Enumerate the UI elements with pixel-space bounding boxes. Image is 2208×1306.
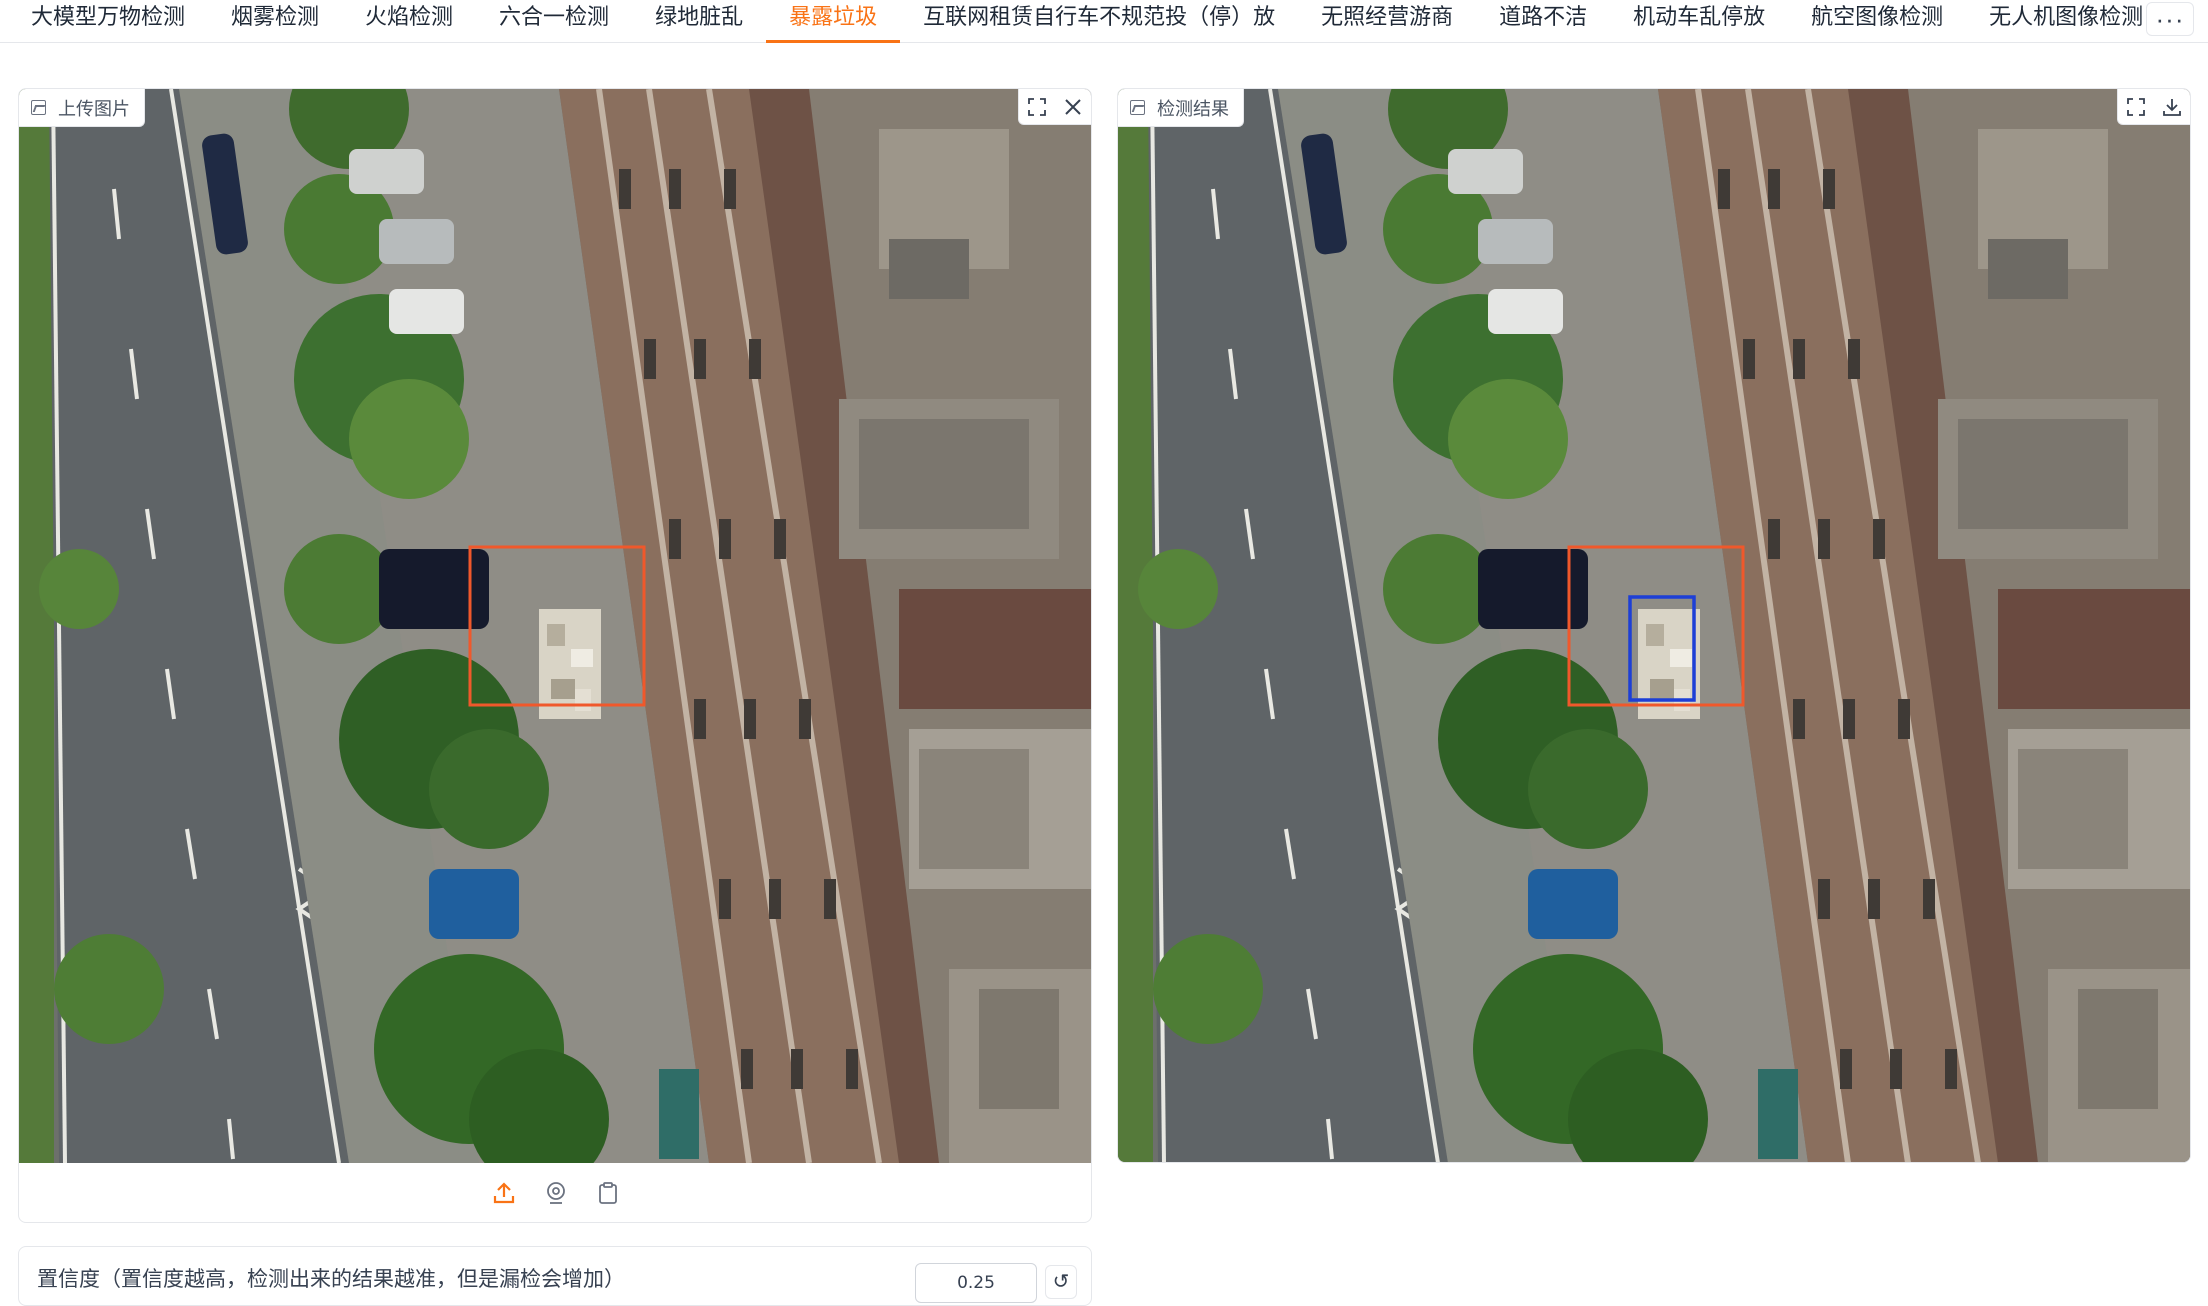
result-panel-title: 检测结果 xyxy=(1157,98,1229,120)
download-icon xyxy=(2163,99,2181,116)
clipboard-icon xyxy=(599,1182,617,1204)
confidence-slider-block: 置信度（置信度越高，检测出来的结果越准，但是漏检会增加） ↺ xyxy=(18,1246,1092,1306)
clear-image-button[interactable] xyxy=(1055,89,1091,125)
download-button[interactable] xyxy=(2154,89,2190,125)
tab-smoke-detection[interactable]: 烟雾检测 xyxy=(208,0,342,42)
tab-aerial-image-detection[interactable]: 航空图像检测 xyxy=(1788,0,1966,42)
confidence-label: 置信度（置信度越高，检测出来的结果越准，但是漏检会增加） xyxy=(37,1267,625,1291)
result-image xyxy=(1118,89,2191,1163)
tab-dirty-road[interactable]: 道路不洁 xyxy=(1476,0,1610,42)
tab-bar: 大模型万物检测 烟雾检测 火焰检测 六合一检测 绿地脏乱 暴露垃圾 互联网租赁自… xyxy=(0,0,2208,43)
tab-drone-image-detection[interactable]: 无人机图像检测 xyxy=(1966,0,2166,42)
close-icon xyxy=(1065,99,1081,115)
tab-six-in-one-detection[interactable]: 六合一检测 xyxy=(476,0,632,42)
fullscreen-icon xyxy=(2127,98,2145,116)
webcam-button[interactable] xyxy=(541,1178,571,1208)
tab-list: 大模型万物检测 烟雾检测 火焰检测 六合一检测 绿地脏乱 暴露垃圾 互联网租赁自… xyxy=(0,0,2166,43)
result-panel-label: 检测结果 xyxy=(1118,89,1244,127)
tab-fire-detection[interactable]: 火焰检测 xyxy=(342,0,476,42)
result-panel: 检测结果 xyxy=(1117,88,2191,1163)
confidence-reset-button[interactable]: ↺ xyxy=(1045,1265,1077,1299)
tab-large-model-detection[interactable]: 大模型万物检测 xyxy=(8,0,208,42)
image-source-toolbar xyxy=(19,1163,1091,1222)
upload-panel-label: 上传图片 xyxy=(19,89,145,127)
more-tabs-button[interactable]: ··· xyxy=(2146,2,2194,36)
upload-panel: 上传图片 xyxy=(18,88,1092,1223)
uploaded-image-canvas xyxy=(19,89,1092,1163)
upload-icon xyxy=(493,1182,515,1204)
confidence-input[interactable] xyxy=(915,1263,1037,1303)
tab-rental-bike-parking[interactable]: 互联网租赁自行车不规范投（停）放 xyxy=(900,0,1298,42)
webcam-icon xyxy=(547,1182,565,1204)
image-icon xyxy=(1130,100,1145,115)
image-icon xyxy=(31,100,46,115)
fullscreen-button[interactable] xyxy=(1019,89,1055,125)
upload-corner-tools xyxy=(1018,89,1091,125)
fullscreen-button[interactable] xyxy=(2118,89,2154,125)
upload-button[interactable] xyxy=(489,1178,519,1208)
tab-green-space-mess[interactable]: 绿地脏乱 xyxy=(632,0,766,42)
fullscreen-icon xyxy=(1028,98,1046,116)
tab-unlicensed-vendors[interactable]: 无照经营游商 xyxy=(1298,0,1476,42)
clipboard-button[interactable] xyxy=(593,1178,623,1208)
tab-illegal-vehicle-parking[interactable]: 机动车乱停放 xyxy=(1610,0,1788,42)
upload-panel-title: 上传图片 xyxy=(58,98,130,120)
tab-exposed-garbage[interactable]: 暴露垃圾 xyxy=(766,0,901,43)
result-image-canvas xyxy=(1118,89,2191,1163)
result-corner-tools xyxy=(2117,89,2190,125)
uploaded-image[interactable] xyxy=(19,89,1092,1163)
